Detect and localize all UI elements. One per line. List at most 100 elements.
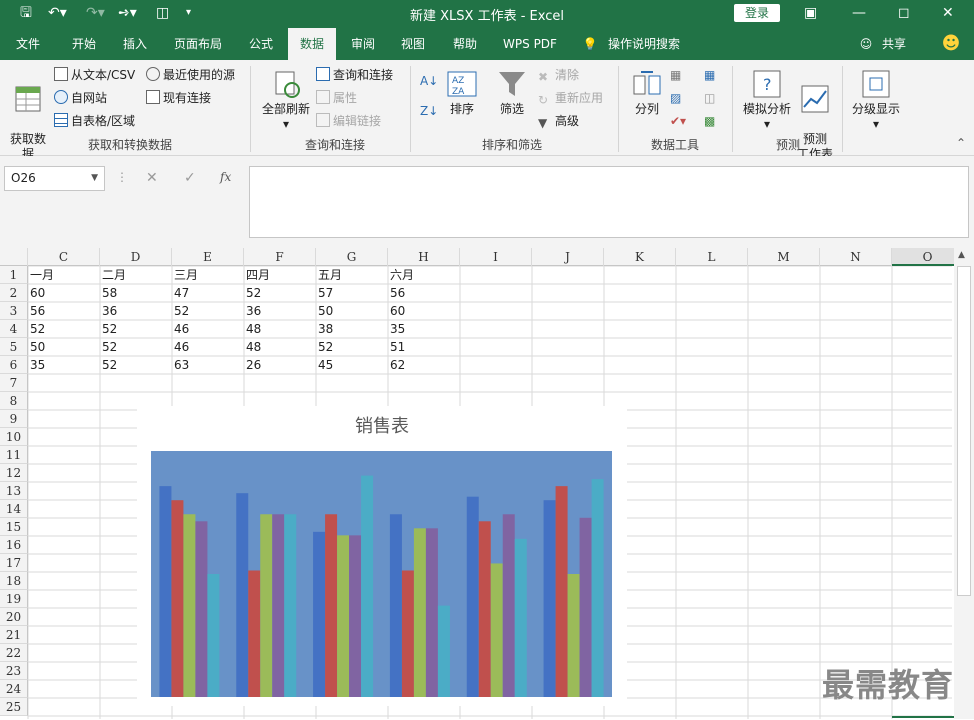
tab-home[interactable]: 开始	[60, 28, 108, 60]
row-header-1[interactable]: 1	[0, 266, 28, 284]
chart-bar[interactable]	[466, 496, 479, 697]
table-cell[interactable]: 四月	[244, 266, 316, 284]
chart-bar[interactable]	[478, 521, 491, 697]
table-cell[interactable]: 57	[316, 284, 388, 302]
formula-input[interactable]	[249, 166, 969, 238]
cancel-icon[interactable]: ✕	[146, 170, 158, 186]
column-header-m[interactable]: M	[748, 248, 820, 266]
scroll-thumb[interactable]	[957, 266, 971, 596]
table-cell[interactable]: 六月	[388, 266, 460, 284]
table-cell[interactable]: 56	[28, 302, 100, 320]
remove-duplicates-icon[interactable]: ▨	[670, 89, 681, 107]
table-cell[interactable]: 五月	[316, 266, 388, 284]
tab-view[interactable]: 视图	[390, 28, 436, 60]
row-header-13[interactable]: 13	[0, 482, 28, 500]
flash-fill-icon[interactable]: ▦	[670, 66, 681, 84]
table-cell[interactable]: 38	[316, 320, 388, 338]
chart-bar[interactable]	[502, 514, 515, 697]
table-cell[interactable]: 三月	[172, 266, 244, 284]
tab-formulas[interactable]: 公式	[238, 28, 284, 60]
chart-bar[interactable]	[260, 514, 273, 697]
edit-links-button[interactable]: 编辑链接	[316, 112, 381, 130]
table-cell[interactable]: 51	[388, 338, 460, 356]
sort-asc-icon[interactable]: A↓	[420, 72, 438, 90]
chart-bar[interactable]	[313, 531, 326, 697]
table-cell[interactable]: 50	[316, 302, 388, 320]
table-cell[interactable]: 52	[100, 356, 172, 374]
chart-bar[interactable]	[401, 570, 414, 697]
column-header-e[interactable]: E	[172, 248, 244, 266]
maximize-icon[interactable]: ◻	[898, 4, 910, 22]
table-cell[interactable]: 35	[28, 356, 100, 374]
tell-me-search[interactable]: 操作说明搜索	[608, 28, 688, 60]
row-header-11[interactable]: 11	[0, 446, 28, 464]
row-header-6[interactable]: 6	[0, 356, 28, 374]
chart-bar[interactable]	[272, 514, 285, 697]
recent-sources-button[interactable]: 最近使用的源	[146, 66, 235, 84]
chart-bar[interactable]	[349, 535, 362, 697]
relationships-icon[interactable]: ◫	[704, 89, 715, 107]
advanced-button[interactable]: ▼ 高级	[538, 112, 579, 130]
column-header-l[interactable]: L	[676, 248, 748, 266]
chart-bar[interactable]	[567, 574, 580, 697]
table-cell[interactable]: 45	[316, 356, 388, 374]
table-cell[interactable]: 二月	[100, 266, 172, 284]
minimize-icon[interactable]: —	[852, 4, 866, 22]
chart-bar[interactable]	[284, 514, 297, 697]
row-header-24[interactable]: 24	[0, 680, 28, 698]
chart[interactable]: 销售表	[137, 406, 627, 706]
tab-wps-pdf[interactable]: WPS PDF	[494, 28, 566, 60]
sort-button[interactable]: AZ ZA 排序	[444, 68, 480, 117]
row-header-23[interactable]: 23	[0, 662, 28, 680]
name-box[interactable]: O26 ▼	[4, 166, 105, 191]
scroll-up-icon[interactable]: ▲	[958, 250, 965, 260]
clear-button[interactable]: ✖ 清除	[538, 66, 579, 84]
chart-bar[interactable]	[591, 479, 604, 697]
table-cell[interactable]: 52	[100, 338, 172, 356]
column-header-f[interactable]: F	[244, 248, 316, 266]
select-all-corner[interactable]	[0, 248, 28, 266]
tab-help[interactable]: 帮助	[442, 28, 488, 60]
row-header-21[interactable]: 21	[0, 626, 28, 644]
row-header-25[interactable]: 25	[0, 698, 28, 716]
table-cell[interactable]: 56	[388, 284, 460, 302]
chart-bar[interactable]	[413, 528, 426, 697]
row-header-10[interactable]: 10	[0, 428, 28, 446]
from-csv-button[interactable]: 从文本/CSV	[54, 66, 135, 84]
tab-page-layout[interactable]: 页面布局	[166, 28, 230, 60]
collapse-ribbon-icon[interactable]: ⌃	[956, 134, 966, 152]
row-header-3[interactable]: 3	[0, 302, 28, 320]
queries-connections-button[interactable]: 查询和连接	[316, 66, 393, 84]
data-validation-icon[interactable]: ✔▾	[670, 112, 686, 130]
table-cell[interactable]: 35	[388, 320, 460, 338]
column-header-h[interactable]: H	[388, 248, 460, 266]
column-header-j[interactable]: J	[532, 248, 604, 266]
smiley-icon[interactable]: ☻	[940, 28, 962, 60]
row-header-4[interactable]: 4	[0, 320, 28, 338]
chart-bar[interactable]	[555, 486, 568, 697]
table-cell[interactable]: 48	[244, 338, 316, 356]
chart-bar[interactable]	[437, 605, 450, 697]
consolidate-icon[interactable]: ▦	[704, 66, 715, 84]
chart-bar[interactable]	[171, 500, 184, 697]
chart-bar[interactable]	[159, 486, 172, 697]
row-header-19[interactable]: 19	[0, 590, 28, 608]
row-header-17[interactable]: 17	[0, 554, 28, 572]
vertical-scrollbar[interactable]: ▲	[954, 248, 974, 719]
table-cell[interactable]: 52	[28, 320, 100, 338]
row-header-2[interactable]: 2	[0, 284, 28, 302]
row-header-7[interactable]: 7	[0, 374, 28, 392]
column-header-k[interactable]: K	[604, 248, 676, 266]
text-to-columns-button[interactable]: 分列	[628, 68, 666, 117]
column-header-i[interactable]: I	[460, 248, 532, 266]
row-header-9[interactable]: 9	[0, 410, 28, 428]
table-cell[interactable]: 60	[388, 302, 460, 320]
properties-button[interactable]: 属性	[316, 89, 357, 107]
chart-bar[interactable]	[361, 475, 374, 697]
column-header-g[interactable]: G	[316, 248, 388, 266]
chart-bar[interactable]	[543, 500, 556, 697]
table-cell[interactable]: 60	[28, 284, 100, 302]
from-web-button[interactable]: 自网站	[54, 89, 107, 107]
reapply-button[interactable]: ↻ 重新应用	[538, 89, 603, 107]
table-cell[interactable]: 一月	[28, 266, 100, 284]
